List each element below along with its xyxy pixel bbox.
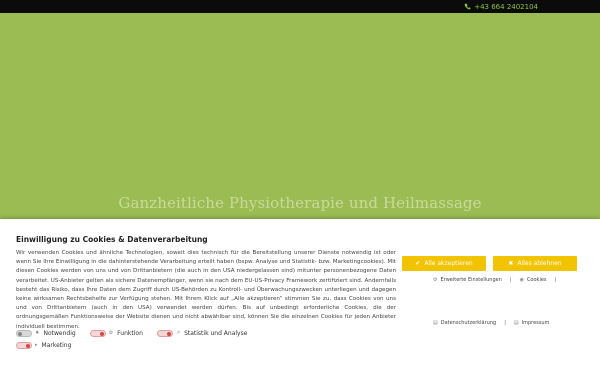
option-label-notwendig: Notwendig	[43, 329, 76, 337]
consent-title: Einwilligung zu Cookies & Datenverarbeit…	[16, 235, 208, 244]
toggle-marketing[interactable]	[16, 341, 32, 349]
consent-links-row-1: ⚙ Erweiterte Einstellungen | ◉ Cookies |	[433, 277, 561, 283]
consent-text: Wir verwenden Cookies und ähnliche Techn…	[16, 250, 396, 330]
shield-icon: ♦	[35, 330, 40, 336]
option-marketing[interactable]: ▸ Marketing	[16, 341, 72, 349]
settings-icon: ⚙	[433, 277, 438, 283]
option-label-marketing: Marketing	[41, 341, 72, 349]
option-label-statistik: Statistik und Analyse	[184, 329, 248, 337]
privacy-policy-link[interactable]: Datenschutzerklärung	[441, 320, 496, 326]
document-icon: ▤	[433, 320, 438, 326]
reject-all-label: Alles ablehnen	[517, 260, 562, 267]
hero-title: Ganzheitliche Physiotherapie und Heilmas…	[118, 194, 482, 212]
gear-icon: ⚙	[108, 330, 114, 336]
option-label-funktion: Funktion	[117, 329, 143, 337]
consent-links-row-2: ▤ Datenschutzerklärung | ▤ Impressum	[433, 320, 549, 326]
consent-options: ♦ Notwendig ⚙ Funktion ↗ Statistik und A…	[16, 327, 396, 351]
check-icon: ✔	[415, 260, 421, 267]
link-separator: |	[554, 277, 557, 283]
megaphone-icon: ▸	[35, 342, 38, 348]
toggle-statistik[interactable]	[156, 329, 173, 337]
phone-icon	[464, 3, 471, 10]
toggle-funktion[interactable]	[89, 329, 106, 337]
accept-all-label: Alle akzeptieren	[424, 260, 473, 267]
option-funktion[interactable]: ⚙ Funktion	[89, 329, 143, 337]
advanced-settings-link[interactable]: Erweiterte Einstellungen	[440, 277, 501, 283]
close-icon: ✖	[508, 260, 514, 267]
reject-all-button[interactable]: ✖ Alles ablehnen	[493, 256, 577, 271]
cookie-icon: ◉	[519, 277, 524, 283]
info-icon: ▤	[513, 320, 519, 326]
phone-number[interactable]: +43 664 2402104	[474, 3, 538, 11]
phone-link[interactable]: +43 664 2402104	[464, 1, 538, 12]
chart-icon: ↗	[175, 330, 181, 336]
link-separator: |	[504, 320, 506, 326]
accept-all-button[interactable]: ✔ Alle akzeptieren	[402, 256, 486, 271]
cookie-consent-dialog: Einwilligung zu Cookies & Datenverarbeit…	[0, 219, 600, 375]
toggle-notwendig[interactable]	[16, 329, 32, 337]
imprint-link[interactable]: Impressum	[522, 320, 550, 326]
top-bar: +43 664 2402104	[0, 0, 600, 13]
cookies-link[interactable]: Cookies	[527, 277, 547, 283]
link-separator: |	[509, 277, 512, 283]
option-statistik[interactable]: ↗ Statistik und Analyse	[156, 329, 248, 337]
option-notwendig[interactable]: ♦ Notwendig	[16, 329, 76, 337]
